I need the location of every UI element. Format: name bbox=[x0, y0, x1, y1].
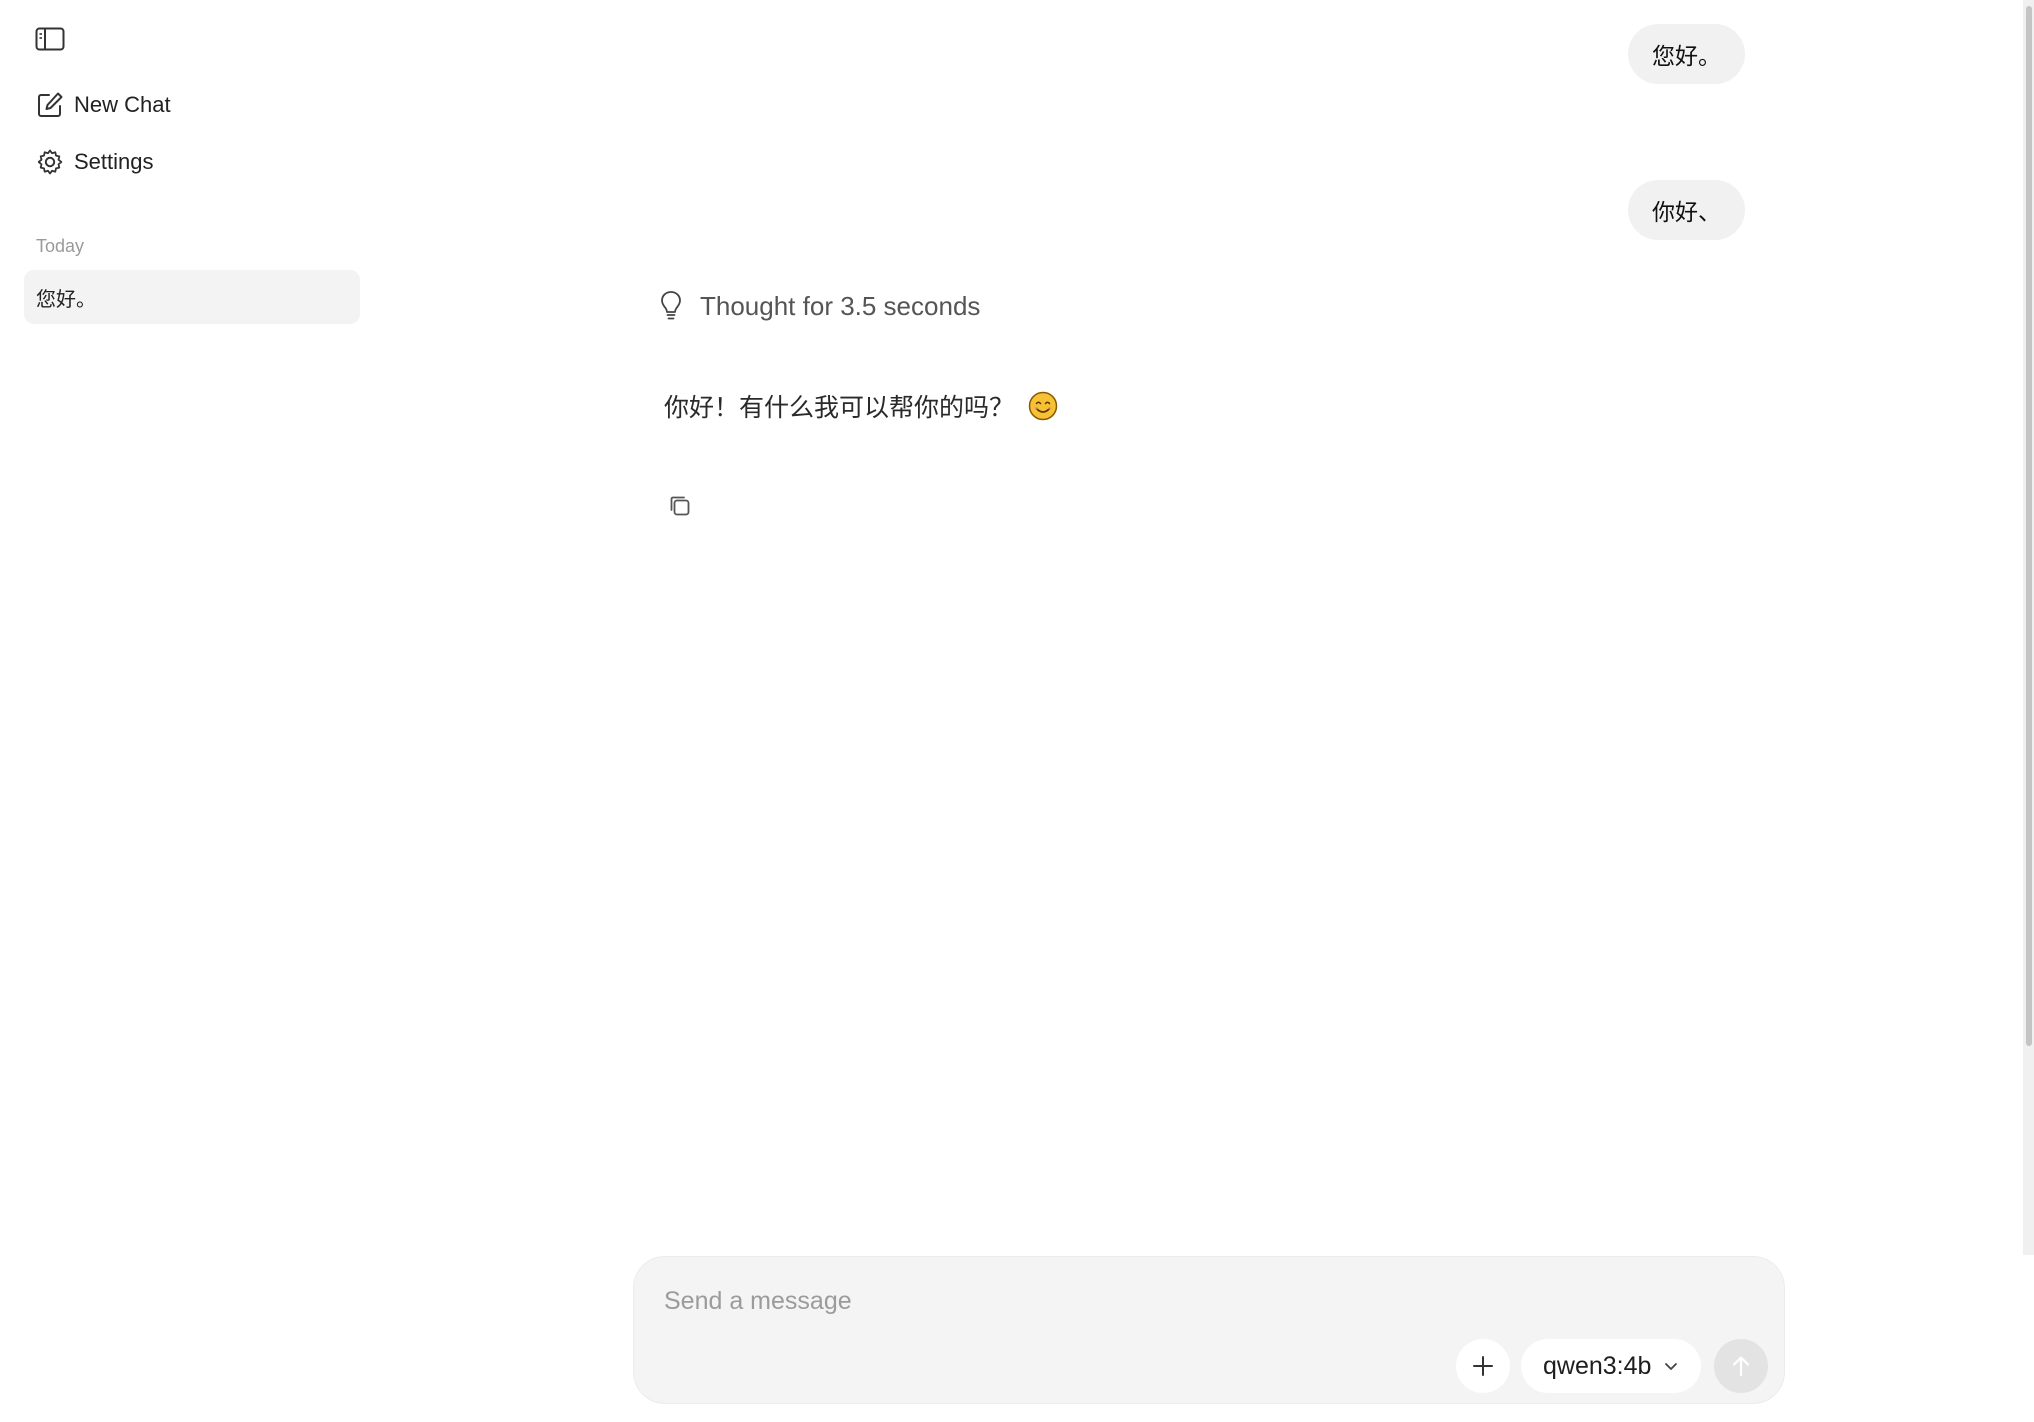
chat-history-item[interactable]: 您好。 bbox=[24, 270, 360, 324]
edit-icon bbox=[28, 83, 74, 127]
message-input[interactable] bbox=[662, 1277, 1752, 1325]
new-chat-label: New Chat bbox=[74, 92, 171, 117]
assistant-message: 你好！有什么我可以帮你的吗？ bbox=[664, 388, 1058, 424]
thought-label: Thought for 3.5 seconds bbox=[700, 290, 981, 321]
lightbulb-icon bbox=[660, 289, 686, 323]
copy-button[interactable] bbox=[664, 490, 696, 522]
plus-icon bbox=[1473, 1356, 1493, 1376]
sidebar-toggle-icon bbox=[35, 27, 65, 51]
new-chat-button[interactable]: New Chat bbox=[28, 83, 358, 127]
gear-icon bbox=[28, 140, 74, 184]
message-composer: qwen3:4b bbox=[633, 1256, 1785, 1404]
copy-icon bbox=[670, 496, 690, 516]
history-section-label: Today bbox=[36, 236, 85, 256]
settings-label: Settings bbox=[74, 149, 154, 174]
arrow-up-icon bbox=[1732, 1356, 1750, 1377]
user-message: 您好。 bbox=[1628, 24, 1745, 84]
assistant-message-text: 你好！有什么我可以帮你的吗？ bbox=[664, 394, 1015, 422]
app-window: New Chat Settings Today 您好。 您好。 你好、 Thou… bbox=[0, 0, 2034, 1422]
send-button[interactable] bbox=[1714, 1339, 1768, 1393]
user-message: 你好、 bbox=[1628, 180, 1745, 240]
sidebar: New Chat Settings Today 您好。 bbox=[0, 0, 380, 1422]
thought-toggle[interactable]: Thought for 3.5 seconds bbox=[660, 284, 980, 328]
chevron-down-icon bbox=[1663, 1358, 1679, 1374]
model-selector[interactable]: qwen3:4b bbox=[1521, 1339, 1702, 1393]
scrollbar-thumb[interactable] bbox=[2026, 6, 2032, 1046]
attach-button[interactable] bbox=[1456, 1339, 1510, 1393]
sidebar-toggle-button[interactable] bbox=[30, 22, 70, 56]
model-label: qwen3:4b bbox=[1543, 1351, 1652, 1380]
settings-button[interactable]: Settings bbox=[28, 140, 358, 184]
smiling-face-icon bbox=[1028, 391, 1058, 421]
